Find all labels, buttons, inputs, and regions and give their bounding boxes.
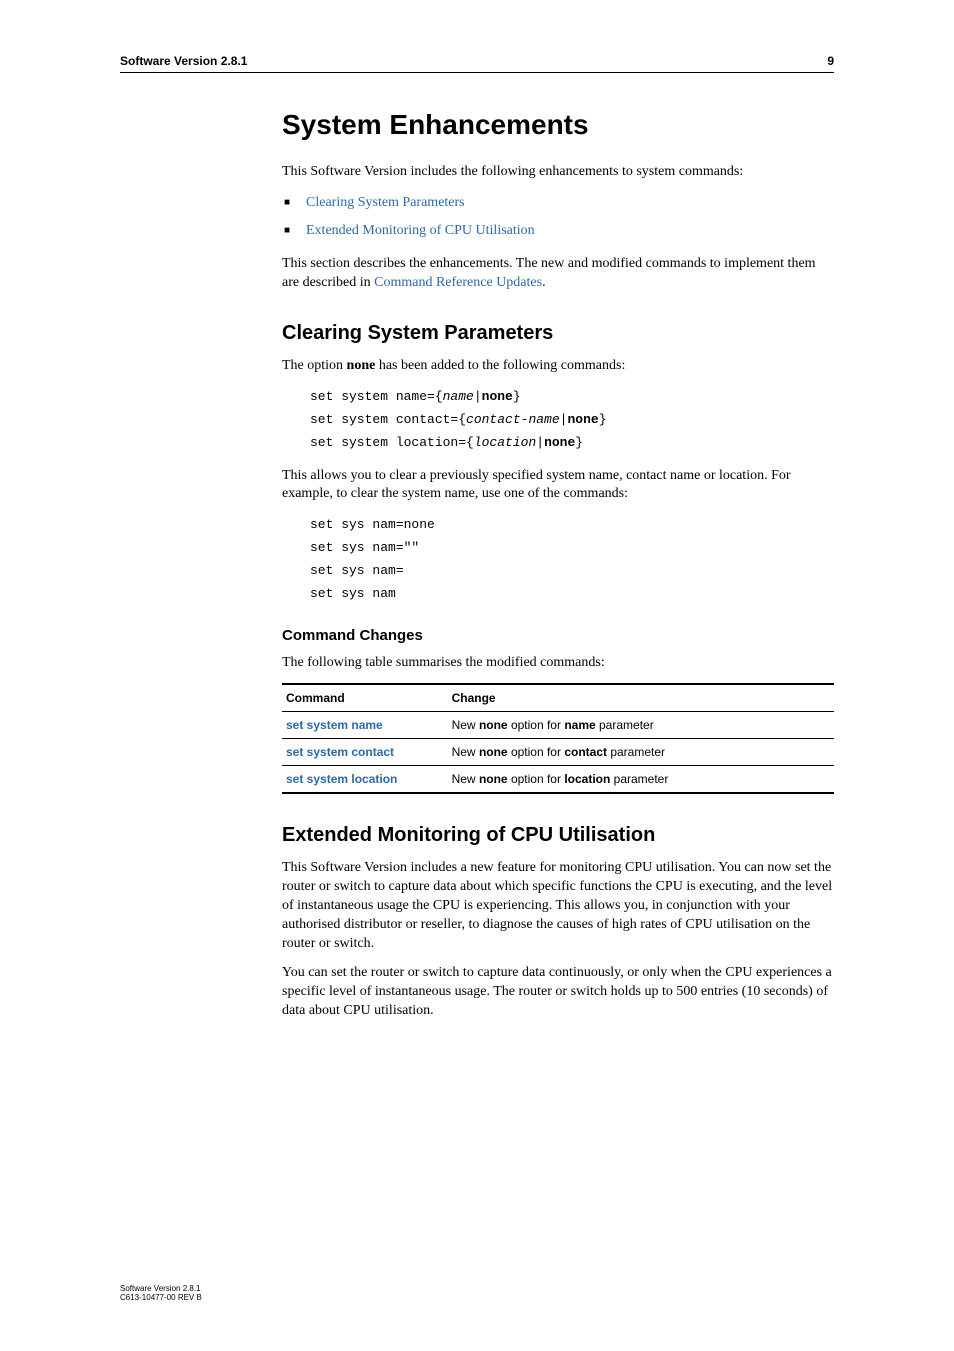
command-changes-table: Command Change set system name New none … xyxy=(282,683,834,794)
code-line: set sys nam="" xyxy=(310,537,834,560)
code-line: set system location={location|none} xyxy=(310,432,834,455)
clearing-p1: The option none has been added to the fo… xyxy=(282,357,834,376)
bold-text: none xyxy=(479,772,508,786)
bold-text: location xyxy=(564,772,610,786)
table-header-row: Command Change xyxy=(282,684,834,712)
table-cell-change: New none option for name parameter xyxy=(448,712,834,739)
header-title: Software Version 2.8.1 xyxy=(120,54,247,68)
code-keyword: none xyxy=(482,389,513,404)
code-block-examples: set sys nam=none set sys nam="" set sys … xyxy=(310,514,834,605)
link-clearing-system-parameters[interactable]: Clearing System Parameters xyxy=(306,195,465,210)
text: New xyxy=(452,745,479,759)
code-text: | xyxy=(474,389,482,404)
heading-command-changes: Command Changes xyxy=(282,627,834,644)
th-command: Command xyxy=(282,684,448,712)
extended-p1: This Software Version includes a new fea… xyxy=(282,859,834,953)
page-content: System Enhancements This Software Versio… xyxy=(282,109,834,1020)
code-text: } xyxy=(575,435,583,450)
code-text: set system contact={ xyxy=(310,412,466,427)
text: option for xyxy=(508,772,565,786)
code-keyword: none xyxy=(567,412,598,427)
text: parameter xyxy=(607,745,665,759)
heading-clearing-system-parameters: Clearing System Parameters xyxy=(282,322,834,345)
main-heading: System Enhancements xyxy=(282,109,834,141)
code-text: set system name={ xyxy=(310,389,443,404)
code-param: contact-name xyxy=(466,412,560,427)
th-change: Change xyxy=(448,684,834,712)
code-text: } xyxy=(599,412,607,427)
code-line: set system name={name|none} xyxy=(310,386,834,409)
page-header: Software Version 2.8.1 9 xyxy=(120,54,834,73)
bold-text: none xyxy=(479,718,508,732)
footer-line-1: Software Version 2.8.1 xyxy=(120,1284,202,1294)
bold-none: none xyxy=(347,358,376,373)
code-block-syntax: set system name={name|none} set system c… xyxy=(310,386,834,454)
table-row: set system name New none option for name… xyxy=(282,712,834,739)
text: New xyxy=(452,772,479,786)
bold-text: name xyxy=(564,718,595,732)
text: The option xyxy=(282,358,347,373)
bold-text: contact xyxy=(564,745,607,759)
code-line: set sys nam= xyxy=(310,560,834,583)
link-set-system-location[interactable]: set system location xyxy=(286,772,397,786)
enhancement-list: Clearing System Parameters Extended Moni… xyxy=(282,192,834,243)
link-set-system-name[interactable]: set system name xyxy=(286,718,383,732)
code-text: set system location={ xyxy=(310,435,474,450)
code-keyword: none xyxy=(544,435,575,450)
extended-p2: You can set the router or switch to capt… xyxy=(282,964,834,1021)
heading-extended-monitoring: Extended Monitoring of CPU Utilisation xyxy=(282,824,834,847)
text: option for xyxy=(508,745,565,759)
text: has been added to the following commands… xyxy=(375,358,625,373)
list-item: Clearing System Parameters xyxy=(282,192,834,214)
command-changes-p: The following table summarises the modif… xyxy=(282,654,834,673)
list-item: Extended Monitoring of CPU Utilisation xyxy=(282,220,834,242)
table-cell-change: New none option for location parameter xyxy=(448,766,834,794)
text: parameter xyxy=(596,718,654,732)
table-cell-change: New none option for contact parameter xyxy=(448,739,834,766)
text: option for xyxy=(508,718,565,732)
link-command-reference-updates[interactable]: Command Reference Updates xyxy=(374,275,542,290)
code-line: set system contact={contact-name|none} xyxy=(310,409,834,432)
link-set-system-contact[interactable]: set system contact xyxy=(286,745,394,759)
table-row: set system location New none option for … xyxy=(282,766,834,794)
bold-text: none xyxy=(479,745,508,759)
page-footer: Software Version 2.8.1 C613-10477-00 REV… xyxy=(120,1284,202,1303)
code-text: | xyxy=(536,435,544,450)
footer-line-2: C613-10477-00 REV B xyxy=(120,1293,202,1303)
header-page-number: 9 xyxy=(827,54,834,68)
section-desc-before: This section describes the enhancements.… xyxy=(282,256,816,290)
section-desc-after: . xyxy=(542,275,546,290)
code-param: name xyxy=(443,389,474,404)
code-text: } xyxy=(513,389,521,404)
table-row: set system contact New none option for c… xyxy=(282,739,834,766)
code-line: set sys nam xyxy=(310,583,834,606)
intro-text: This Software Version includes the follo… xyxy=(282,163,834,182)
text: parameter xyxy=(610,772,668,786)
code-param: location xyxy=(474,435,536,450)
text: New xyxy=(452,718,479,732)
link-extended-monitoring[interactable]: Extended Monitoring of CPU Utilisation xyxy=(306,223,535,238)
section-description: This section describes the enhancements.… xyxy=(282,255,834,293)
code-line: set sys nam=none xyxy=(310,514,834,537)
clearing-p2: This allows you to clear a previously sp… xyxy=(282,467,834,505)
